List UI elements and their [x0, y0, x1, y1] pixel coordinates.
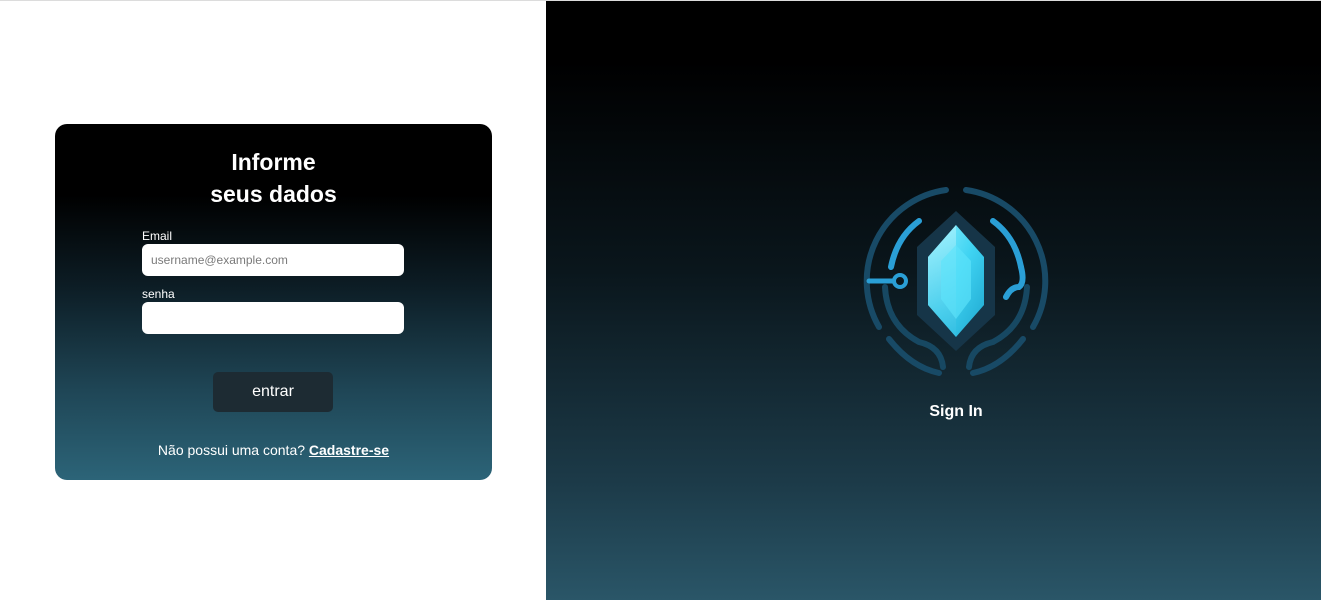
signup-line: Não possui uma conta? Cadastre-se — [55, 442, 492, 458]
left-panel: Informe seus dados Email senha entrar Nã… — [0, 1, 546, 600]
email-field[interactable] — [142, 244, 404, 276]
brand-panel: Sign In — [546, 1, 1321, 600]
submit-button[interactable]: entrar — [213, 372, 333, 412]
login-page: Informe seus dados Email senha entrar Nã… — [0, 0, 1321, 600]
password-label: senha — [142, 287, 175, 301]
login-title: Informe seus dados — [55, 146, 492, 210]
crystal-circuit-logo-icon — [863, 187, 1049, 376]
sign-in-caption: Sign In — [929, 403, 983, 420]
login-card: Informe seus dados Email senha entrar Nã… — [55, 124, 492, 480]
email-label: Email — [142, 229, 173, 243]
login-title-line1: Informe — [231, 149, 316, 175]
signup-link[interactable]: Cadastre-se — [309, 442, 389, 458]
password-field[interactable] — [142, 302, 404, 334]
login-title-line2: seus dados — [210, 181, 337, 207]
signup-prompt: Não possui uma conta? — [157, 442, 306, 458]
